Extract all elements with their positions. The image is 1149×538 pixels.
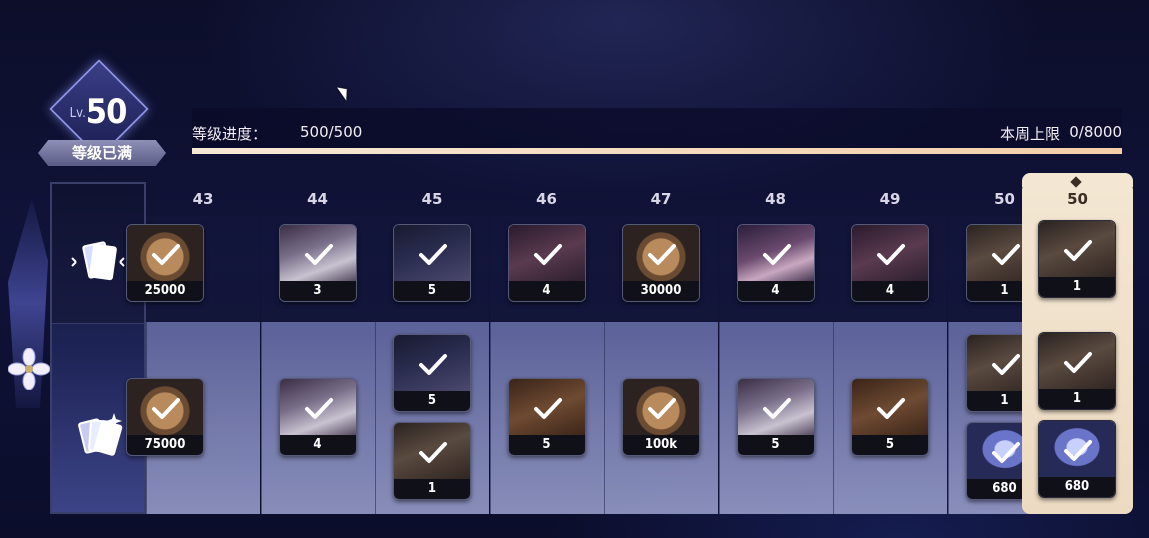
checkmark-icon xyxy=(304,398,333,419)
checkmark-icon xyxy=(1064,352,1092,373)
reward-quantity: 3 xyxy=(279,281,356,301)
reward-quantity: 4 xyxy=(737,281,814,301)
reward-grid: 43 25000 75000 44 3 4 45 5 5 1 46 4 5 47 30000 100k 48 4 5… xyxy=(126,182,1062,514)
progress-bar-fill xyxy=(192,148,1122,154)
reward-quantity: 1 xyxy=(394,479,470,499)
reward-quantity: 5 xyxy=(852,435,928,455)
reward-item-card[interactable]: 1 xyxy=(1038,332,1116,410)
reward-item-card[interactable]: 4 xyxy=(851,224,929,302)
level-badge: Lv.50 等级已满 xyxy=(38,59,166,170)
reward-quantity: 30000 xyxy=(623,281,699,301)
checkmark-icon xyxy=(1064,440,1092,461)
level-column: 46 4 5 xyxy=(489,182,604,514)
level-column: 47 30000 100k xyxy=(604,182,718,514)
checkmark-icon xyxy=(304,244,333,265)
reward-quantity: 5 xyxy=(508,435,585,455)
checkmark-icon xyxy=(1064,240,1092,261)
column-level-number: 45 xyxy=(421,190,443,208)
reward-item-card[interactable]: 75000 xyxy=(126,378,204,456)
progress-value: 500/500 xyxy=(300,123,363,141)
reward-item-card[interactable]: 4 xyxy=(736,224,815,302)
reward-quantity: 5 xyxy=(394,391,470,411)
checkmark-icon xyxy=(762,244,791,265)
column-level-number: 44 xyxy=(307,190,328,208)
reward-item-card[interactable]: 30000 xyxy=(622,224,700,302)
reward-quantity: 4 xyxy=(508,281,585,301)
reward-quantity: 100k xyxy=(623,435,699,455)
checkmark-icon xyxy=(991,354,1020,375)
level-progress-panel: 等级进度： 500/500 本周上限 0/8000 xyxy=(192,108,1122,154)
column-level-number: 46 xyxy=(536,190,557,208)
reward-quantity: 25000 xyxy=(127,281,203,301)
level-column: 43 25000 75000 xyxy=(126,182,260,514)
level-prefix: Lv. xyxy=(69,106,86,121)
reward-item-card[interactable]: 4 xyxy=(507,224,586,302)
reward-item-card[interactable]: 5 xyxy=(393,224,471,302)
reward-quantity: 680 xyxy=(1039,477,1115,497)
level-column: 49 4 5 xyxy=(833,182,947,514)
checkmark-icon xyxy=(533,398,562,419)
checkmark-icon xyxy=(991,244,1020,265)
highlight-column-50[interactable]: 50 1 1 680 xyxy=(1022,176,1133,514)
weekly-cap-label: 本周上限 xyxy=(999,125,1060,143)
column-level-number: 43 xyxy=(192,190,214,208)
mouse-cursor-icon xyxy=(337,83,352,101)
reward-item-card[interactable]: 5 xyxy=(507,378,586,456)
checkmark-icon xyxy=(419,442,447,463)
reward-item-card[interactable]: 25000 xyxy=(126,224,204,302)
level-column: 45 5 5 1 xyxy=(375,182,489,514)
reward-quantity: 1 xyxy=(1039,389,1115,409)
checkmark-icon xyxy=(152,398,180,419)
checkmark-icon xyxy=(533,244,562,265)
reward-quantity: 4 xyxy=(279,435,356,455)
checkmark-icon xyxy=(991,442,1020,463)
reward-item-card[interactable]: 3 xyxy=(278,224,357,302)
checkmark-icon xyxy=(152,244,180,265)
checkmark-icon xyxy=(877,244,905,265)
checkmark-icon xyxy=(648,398,676,419)
highlight-column-level: 50 xyxy=(1067,190,1088,208)
level-column: 44 3 4 xyxy=(260,182,375,514)
reward-item-card[interactable]: 1 xyxy=(1038,220,1116,298)
checkmark-icon xyxy=(762,398,791,419)
progress-bar xyxy=(192,148,1122,154)
flower-icon xyxy=(8,348,50,390)
column-level-number: 49 xyxy=(879,190,901,208)
level-max-label: 等级已满 xyxy=(38,140,166,166)
column-level-number: 48 xyxy=(765,190,786,208)
checkmark-icon xyxy=(419,244,447,265)
checkmark-icon xyxy=(648,244,676,265)
reward-item-card[interactable]: 4 xyxy=(278,378,357,456)
reward-item-card[interactable]: 5 xyxy=(736,378,815,456)
reward-item-card[interactable]: 680 xyxy=(1038,420,1116,498)
weekly-cap-value: 0/8000 xyxy=(1069,123,1122,141)
reward-quantity: 5 xyxy=(737,435,814,455)
checkmark-icon xyxy=(419,354,447,375)
progress-label: 等级进度： xyxy=(192,125,268,143)
column-level-number: 47 xyxy=(650,190,672,208)
level-text: Lv.50 xyxy=(38,92,158,132)
reward-item-card[interactable]: 100k xyxy=(622,378,700,456)
reward-item-card[interactable]: 5 xyxy=(851,378,929,456)
reward-quantity: 75000 xyxy=(127,435,203,455)
card-pack-icon xyxy=(71,241,125,281)
card-pack-sparkle-icon xyxy=(78,413,123,456)
level-column: 48 4 5 xyxy=(718,182,833,514)
reward-quantity: 5 xyxy=(394,281,470,301)
reward-item-card[interactable]: 1 xyxy=(393,422,471,500)
reward-quantity: 4 xyxy=(852,281,928,301)
reward-quantity: 1 xyxy=(1039,277,1115,297)
reward-item-card[interactable]: 5 xyxy=(393,334,471,412)
level-number: 50 xyxy=(85,92,128,132)
checkmark-icon xyxy=(877,398,905,419)
